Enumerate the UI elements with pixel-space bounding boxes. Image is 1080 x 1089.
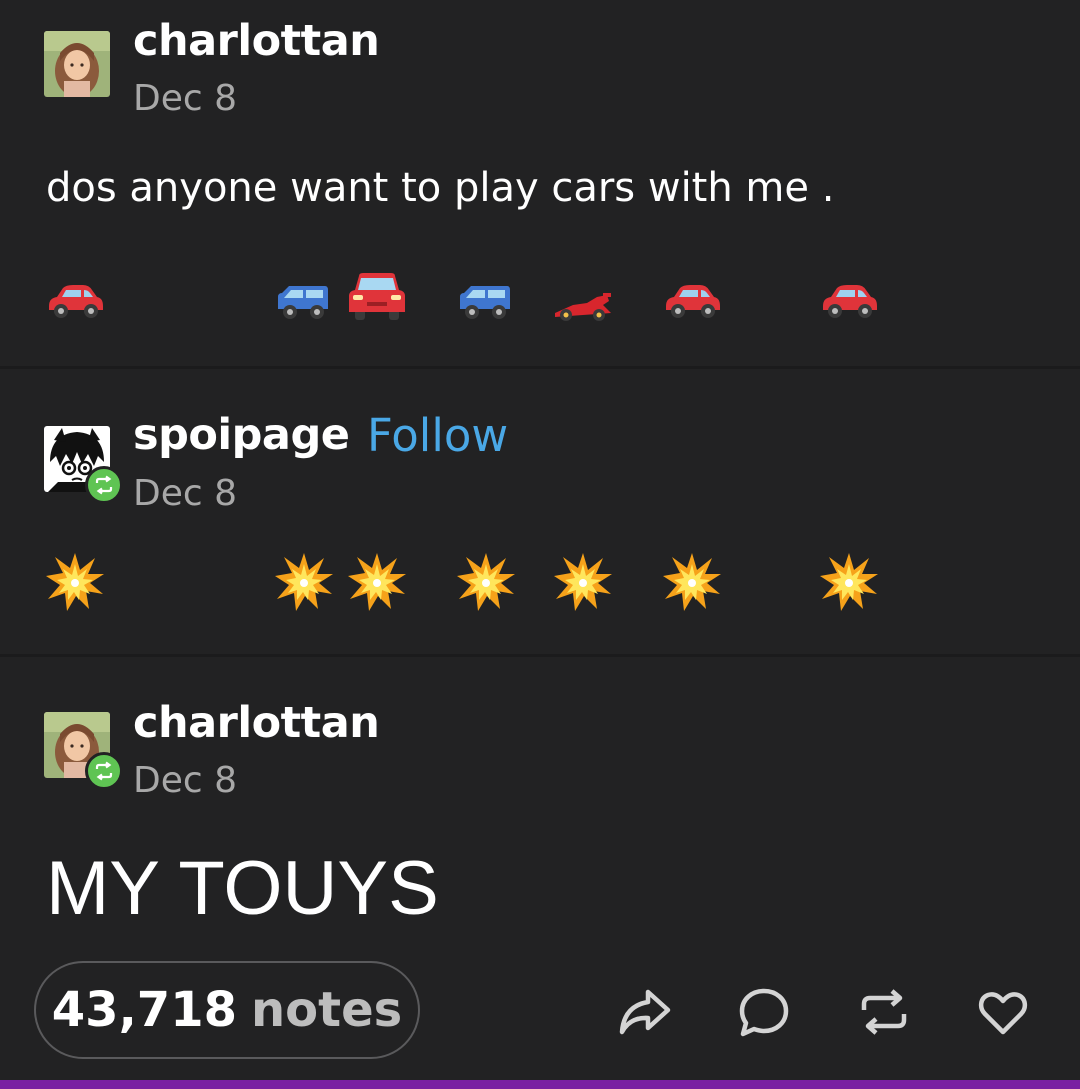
reblog-icon[interactable]: [856, 984, 912, 1040]
notes-label: notes: [251, 982, 403, 1038]
collision-icon: [457, 553, 515, 611]
post-username[interactable]: spoipage: [133, 414, 350, 457]
notes-button[interactable]: 43,718 notes: [34, 961, 420, 1059]
red-car-icon: [666, 285, 720, 318]
post-username[interactable]: charlottan: [133, 20, 380, 63]
reblog-badge: [85, 752, 123, 790]
avatar-charlottan[interactable]: [44, 31, 110, 97]
red-car-icon: [49, 285, 103, 318]
blue-suv-icon: [278, 286, 328, 319]
post-text: MY TOUYS: [46, 846, 439, 931]
racing-car-icon: [555, 293, 611, 321]
post-charlottan-original: charlottan Dec 8 dos anyone want to play…: [0, 0, 1080, 368]
reblog-icon: [95, 761, 113, 781]
blue-suv-icon: [460, 286, 510, 319]
post-charlottan-reblog: charlottan Dec 8 MY TOUYS: [0, 657, 1080, 957]
follow-button[interactable]: Follow: [367, 413, 508, 458]
notes-count: 43,718: [51, 982, 237, 1038]
collision-icon: [348, 553, 406, 611]
collision-icon: [46, 553, 104, 611]
collision-icon: [275, 553, 333, 611]
post-spoipage-reblog: spoipage Follow Dec 8: [0, 369, 1080, 655]
avatar-image: [44, 31, 110, 97]
red-car-front-icon: [349, 273, 405, 320]
post-text: dos anyone want to play cars with me .: [46, 165, 835, 211]
comment-icon[interactable]: [736, 984, 792, 1040]
collision-icon: [554, 553, 612, 611]
post-date[interactable]: Dec 8: [133, 476, 237, 512]
collision-icon: [663, 553, 721, 611]
post-date[interactable]: Dec 8: [133, 81, 237, 117]
post-date[interactable]: Dec 8: [133, 763, 237, 799]
bottom-accent-bar: [0, 1080, 1080, 1089]
heart-icon[interactable]: [975, 984, 1031, 1040]
collision-icon: [820, 553, 878, 611]
share-icon[interactable]: [616, 984, 672, 1040]
red-car-icon: [823, 285, 877, 318]
reblog-icon: [95, 475, 113, 495]
reblog-badge: [85, 466, 123, 504]
post-username[interactable]: charlottan: [133, 702, 380, 745]
